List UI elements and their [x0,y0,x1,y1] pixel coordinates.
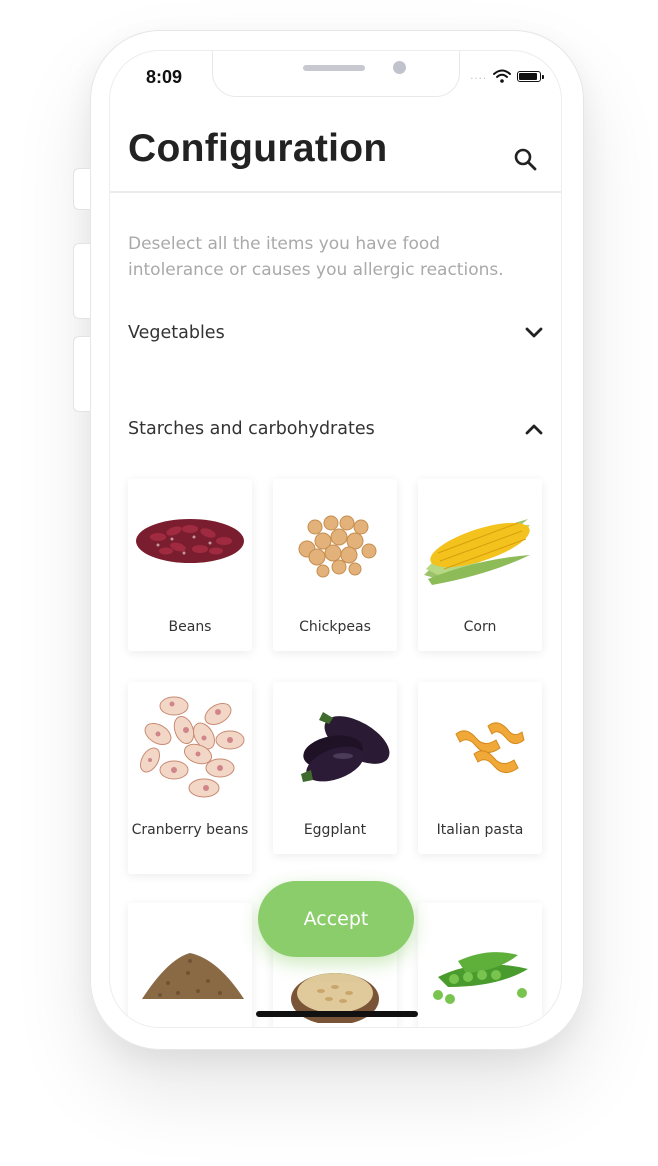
food-card-beans[interactable]: Beans [128,479,252,651]
lentils-image [142,953,244,999]
food-card-corn[interactable]: Corn [418,479,542,651]
cranberry-beans-image [140,696,245,798]
beans-image [136,519,244,563]
food-card-label: Eggplant [303,822,367,838]
eggplant-image [301,712,390,782]
food-card-chickpeas[interactable]: Chickpeas [273,479,397,651]
section-label: Starches and carbohydrates [128,419,375,439]
food-card-label: Chickpeas [299,619,371,635]
food-card-lentils[interactable] [128,903,252,1027]
wifi-icon [493,69,511,83]
section-vegetables[interactable]: Vegetables [128,313,545,353]
section-starches[interactable]: Starches and carbohydrates [128,409,545,449]
search-icon[interactable] [513,147,539,173]
front-camera [393,61,406,74]
food-card-italian-pasta[interactable]: Italian pasta [418,682,542,854]
home-indicator[interactable] [256,1011,418,1017]
notch [212,51,460,97]
page-title: Configuration [128,127,388,170]
instructions-text: Deselect all the items you have food int… [128,234,504,280]
app-header: Configuration [110,111,561,193]
speaker [303,65,365,71]
food-card-label: Cranberry beans [131,822,249,838]
chickpeas-image [298,515,377,578]
phone-screen: 8:09 .... Configuration Deselect all the… [109,50,562,1028]
food-card-label: Corn [463,619,497,635]
pasta-image [455,722,525,773]
battery-icon [517,70,544,82]
status-indicators: .... [470,69,544,83]
food-card-peas[interactable] [418,903,542,1027]
section-label: Vegetables [128,323,225,343]
chevron-down-icon [525,327,543,338]
food-card-label: Italian pasta [436,822,524,838]
chevron-up-icon [525,424,543,435]
food-card-label: Beans [168,619,212,635]
signal-indicator: .... [470,70,487,82]
accept-button[interactable]: Accept [258,881,414,957]
peas-image [433,952,528,1004]
corn-image [424,519,530,585]
food-card-cranberry-beans[interactable]: Cranberry beans [128,682,252,874]
status-time: 8:09 [146,67,183,87]
food-card-eggplant[interactable]: Eggplant [273,682,397,854]
